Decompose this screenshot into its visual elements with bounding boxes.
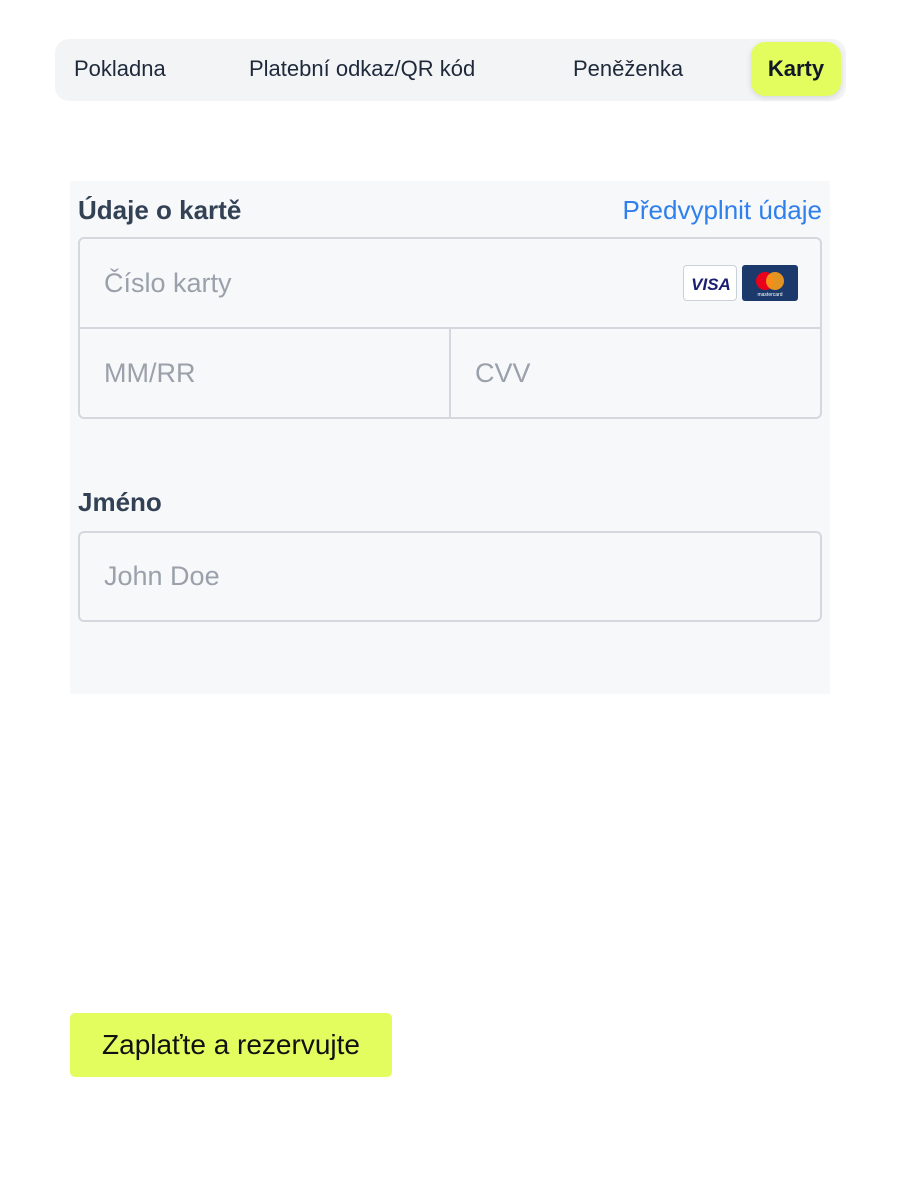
mastercard-icon: mastercard [742, 265, 798, 301]
visa-label: VISA [691, 275, 731, 294]
name-label: Jméno [78, 487, 162, 517]
pay-and-book-button[interactable]: Zaplaťte a rezervujte [70, 1013, 392, 1077]
card-details-panel: Údaje o kartě Předvyplnit údaje VISA mas… [70, 181, 830, 694]
visa-icon: VISA [683, 265, 737, 301]
card-input-group: VISA mastercard [78, 237, 822, 419]
mastercard-label: mastercard [757, 292, 782, 298]
tab-cards[interactable]: Karty [751, 42, 841, 96]
tab-wallet[interactable]: Peněženka [573, 42, 683, 96]
expiry-date-input[interactable] [80, 329, 449, 417]
cvv-input[interactable] [451, 329, 820, 417]
name-input[interactable] [78, 531, 822, 622]
card-details-heading: Údaje o kartě [78, 195, 242, 225]
prefill-details-link[interactable]: Předvyplnit údaje [623, 195, 822, 226]
card-number-input[interactable] [80, 239, 670, 327]
tab-pokladna[interactable]: Pokladna [74, 42, 166, 96]
payment-method-tabs: Pokladna Platební odkaz/QR kód Peněženka… [55, 39, 846, 101]
tab-payment-link-qr[interactable]: Platební odkaz/QR kód [249, 42, 475, 96]
